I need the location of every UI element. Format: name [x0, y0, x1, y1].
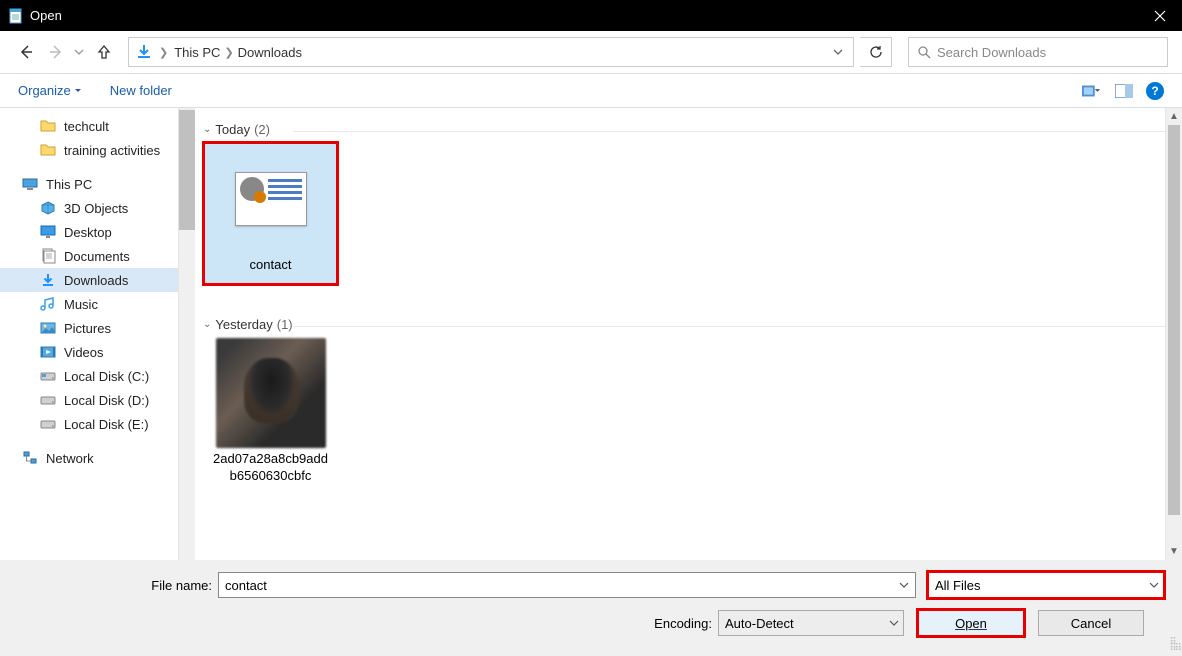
notepad-icon: [8, 8, 24, 24]
file-item-image[interactable]: 2ad07a28a8cb9addb6560630cbfc: [203, 337, 338, 495]
group-divider: [293, 326, 1174, 327]
refresh-button[interactable]: [860, 37, 892, 67]
chevron-down-icon: [74, 87, 82, 95]
breadcrumb-segment[interactable]: This PC: [174, 45, 220, 60]
forward-button[interactable]: [44, 40, 68, 64]
filename-input[interactable]: contact: [218, 572, 916, 598]
tree-item-folder[interactable]: techcult: [0, 114, 178, 138]
group-header-yesterday[interactable]: ⌄ Yesterday (1): [203, 317, 1174, 332]
downloads-icon: [40, 272, 56, 288]
tree-item-pictures[interactable]: Pictures: [0, 316, 178, 340]
chevron-right-icon: ❯: [224, 46, 233, 59]
folder-icon: [40, 142, 56, 158]
pc-icon: [22, 176, 38, 192]
title-bar: Open: [0, 0, 1182, 31]
contact-file-icon: [216, 149, 326, 249]
help-button[interactable]: ?: [1146, 82, 1164, 100]
tree-item-disk-e[interactable]: Local Disk (E:): [0, 412, 178, 436]
encoding-select[interactable]: Auto-Detect: [718, 610, 904, 636]
desktop-icon: [40, 224, 56, 240]
tree-item-folder[interactable]: training activities: [0, 138, 178, 162]
pictures-icon: [40, 320, 56, 336]
network-icon: [22, 450, 38, 466]
breadcrumb-segment[interactable]: Downloads: [238, 45, 302, 60]
close-button[interactable]: [1137, 0, 1182, 31]
tree-item-downloads[interactable]: Downloads: [0, 268, 178, 292]
image-file-icon: [216, 343, 326, 443]
address-dropdown[interactable]: [829, 47, 847, 57]
organize-menu[interactable]: Organize: [18, 83, 82, 98]
disk-icon: [40, 368, 56, 384]
chevron-down-icon: ⌄: [203, 124, 211, 135]
tree-item-music[interactable]: Music: [0, 292, 178, 316]
documents-icon: [40, 248, 56, 264]
toolbar: Organize New folder ?: [0, 74, 1182, 108]
preview-pane-button[interactable]: [1114, 82, 1134, 100]
tree-item-network[interactable]: Network: [0, 446, 178, 470]
videos-icon: [40, 344, 56, 360]
chevron-down-icon: [1149, 580, 1159, 590]
filetype-select[interactable]: All Files: [928, 572, 1164, 598]
navigation-bar: ❯ This PC ❯ Downloads Search Downloads: [0, 31, 1182, 74]
3d-icon: [40, 200, 56, 216]
chevron-down-icon: ⌄: [203, 319, 211, 330]
cancel-button[interactable]: Cancel: [1038, 610, 1144, 636]
encoding-label: Encoding:: [18, 616, 718, 631]
up-button[interactable]: [92, 40, 116, 64]
chevron-right-icon: ❯: [159, 46, 168, 59]
tree-item-videos[interactable]: Videos: [0, 340, 178, 364]
downloads-icon: [135, 43, 153, 61]
search-placeholder: Search Downloads: [937, 45, 1046, 60]
tree-item-disk-c[interactable]: Local Disk (C:): [0, 364, 178, 388]
tree-item-3d-objects[interactable]: 3D Objects: [0, 196, 178, 220]
disk-icon: [40, 416, 56, 432]
tree-item-this-pc[interactable]: This PC: [0, 172, 178, 196]
disk-icon: [40, 392, 56, 408]
resize-grip[interactable]: ⠿⠿⠿: [1169, 640, 1180, 652]
new-folder-button[interactable]: New folder: [110, 83, 172, 98]
search-input[interactable]: Search Downloads: [908, 37, 1168, 67]
music-icon: [40, 296, 56, 312]
navigation-tree[interactable]: techcult training activities This PC 3D …: [0, 108, 178, 560]
recent-dropdown[interactable]: [74, 47, 86, 57]
tree-item-documents[interactable]: Documents: [0, 244, 178, 268]
back-button[interactable]: [14, 40, 38, 64]
file-list-scrollbar[interactable]: ▲ ▼: [1165, 108, 1182, 560]
folder-icon: [40, 118, 56, 134]
group-divider: [293, 131, 1174, 132]
tree-item-desktop[interactable]: Desktop: [0, 220, 178, 244]
breadcrumb[interactable]: This PC ❯ Downloads: [174, 45, 829, 60]
chevron-down-icon: [899, 580, 909, 590]
address-bar[interactable]: ❯ This PC ❯ Downloads: [128, 37, 854, 67]
bottom-panel: File name: contact All Files Encoding: A…: [0, 560, 1182, 654]
filename-label: File name:: [18, 578, 218, 593]
window-title: Open: [30, 8, 62, 23]
file-list[interactable]: ⌄ Today (2) contact ⌄ Yesterday (1): [195, 108, 1182, 560]
chevron-down-icon: [889, 618, 899, 628]
tree-item-disk-d[interactable]: Local Disk (D:): [0, 388, 178, 412]
sidebar-scrollbar[interactable]: [178, 108, 195, 560]
open-button[interactable]: Open: [918, 610, 1024, 636]
file-item-contact[interactable]: contact: [203, 142, 338, 285]
view-mode-button[interactable]: [1082, 82, 1102, 100]
group-header-today[interactable]: ⌄ Today (2): [203, 122, 1174, 137]
search-icon: [917, 45, 931, 59]
